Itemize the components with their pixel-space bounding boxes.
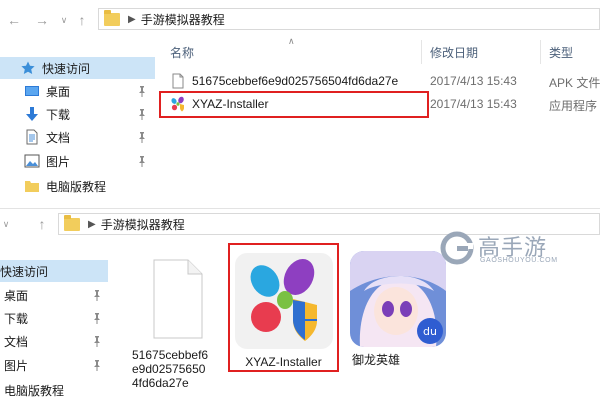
- star-icon: [20, 60, 36, 76]
- tile-caption: 51675cebbef6e9d025756504fd6da27e: [132, 348, 209, 390]
- highlight-box: [228, 243, 339, 372]
- recent-dropdown-icon[interactable]: ∨: [56, 12, 72, 28]
- explorer-window-details: ← → ∨ ↑ ▶ 手游模拟器教程 快速访问 桌面 下载 文档 图片 电脑版教程…: [0, 0, 600, 208]
- forward-arrow-icon[interactable]: →: [34, 12, 50, 28]
- sidebar-item-label: 桌面: [4, 288, 29, 303]
- highlight-box: [159, 91, 429, 118]
- sidebar-item-pc-tutorials[interactable]: 电脑版教程: [0, 379, 108, 400]
- desktop-icon: [24, 83, 40, 99]
- sidebar-item-downloads[interactable]: 下载: [0, 103, 155, 125]
- gaoshouyou-logo-icon: [440, 231, 474, 265]
- sidebar-item-pictures[interactable]: 图片: [0, 150, 155, 172]
- pin-icon[interactable]: [137, 155, 147, 167]
- watermark-logo: 高手游 GAOSHOUYOU.COM: [438, 229, 588, 269]
- tile-apk-file[interactable]: 51675cebbef6e9d025756504fd6da27e: [130, 254, 225, 390]
- watermark-subtitle: GAOSHOUYOU.COM: [480, 257, 558, 264]
- game-app-icon: du: [350, 251, 446, 347]
- column-divider[interactable]: [421, 40, 422, 64]
- file-date: 2017/4/13 15:43: [430, 74, 517, 88]
- sidebar-item-label: 下载: [4, 311, 29, 326]
- sidebar-item-label: 快速访问: [42, 61, 91, 76]
- pin-icon[interactable]: [92, 312, 102, 324]
- document-icon: [24, 129, 40, 145]
- file-type: APK 文件: [549, 76, 600, 90]
- sidebar-item-label: 快速访问: [0, 264, 49, 279]
- file-name: 51675cebbef6e9d025756504fd6da27e: [192, 74, 399, 88]
- file-type: 应用程序: [549, 99, 598, 113]
- column-header-date[interactable]: 修改日期: [430, 44, 478, 61]
- blank-file-icon: [148, 254, 208, 344]
- up-arrow-icon[interactable]: ↑: [74, 12, 90, 28]
- file-row-apk[interactable]: 51675cebbef6e9d025756504fd6da27e: [170, 70, 398, 92]
- sidebar-item-desktop[interactable]: 桌面: [0, 80, 155, 102]
- sidebar-item-label: 文档: [4, 334, 29, 349]
- blank-file-icon: [170, 73, 186, 89]
- sidebar-item-documents[interactable]: 文档: [0, 126, 155, 148]
- pin-icon[interactable]: [137, 85, 147, 97]
- file-date: 2017/4/13 15:43: [430, 97, 517, 111]
- column-header-type[interactable]: 类型: [549, 44, 573, 61]
- folder-icon: [64, 214, 80, 231]
- column-divider[interactable]: [540, 40, 541, 64]
- sidebar-item-pc-tutorials[interactable]: 电脑版教程: [0, 175, 155, 197]
- sidebar-item-desktop[interactable]: 桌面: [0, 284, 108, 306]
- breadcrumb-folder[interactable]: 手游模拟器教程: [141, 11, 225, 28]
- sidebar-item-downloads[interactable]: 下载: [0, 307, 108, 329]
- chevron-right-icon[interactable]: ▶: [88, 219, 96, 230]
- pin-icon[interactable]: [137, 108, 147, 120]
- sidebar-item-label: 图片: [4, 358, 29, 373]
- sidebar-item-label: 电脑版教程: [46, 179, 107, 194]
- sidebar-item-documents[interactable]: 文档: [0, 330, 108, 352]
- pin-icon[interactable]: [92, 335, 102, 347]
- download-icon: [24, 106, 40, 122]
- breadcrumb-folder[interactable]: 手游模拟器教程: [101, 216, 185, 233]
- folder-icon: [24, 178, 40, 194]
- sidebar-item-label: 文档: [46, 130, 71, 145]
- address-box[interactable]: ▶ 手游模拟器教程: [98, 8, 600, 30]
- recent-dropdown-icon[interactable]: ∨: [0, 216, 14, 232]
- chevron-right-icon[interactable]: ▶: [128, 14, 136, 25]
- pin-icon[interactable]: [92, 359, 102, 371]
- folder-icon: [104, 9, 120, 26]
- tile-caption: 御龙英雄: [352, 353, 401, 367]
- sidebar-item-quick-access[interactable]: 快速访问: [0, 260, 108, 282]
- back-arrow-icon[interactable]: ←: [6, 12, 22, 28]
- pin-icon[interactable]: [92, 289, 102, 301]
- column-header-name[interactable]: 名称: [170, 44, 194, 61]
- pin-icon[interactable]: [137, 131, 147, 143]
- sidebar-item-quick-access[interactable]: 快速访问: [0, 57, 155, 79]
- picture-icon: [24, 153, 40, 169]
- sidebar-item-label: 电脑版教程: [4, 383, 65, 398]
- sort-ascending-icon: ∧: [288, 36, 295, 46]
- sidebar-item-label: 下载: [46, 107, 71, 122]
- tile-game[interactable]: du 御龙英雄: [350, 249, 450, 367]
- up-arrow-icon[interactable]: ↑: [34, 216, 50, 232]
- sidebar-item-label: 桌面: [46, 84, 71, 99]
- address-bar-row: ← → ∨ ↑ ▶ 手游模拟器教程: [0, 0, 600, 40]
- sidebar-item-pictures[interactable]: 图片: [0, 354, 108, 376]
- sidebar-item-label: 图片: [46, 154, 71, 169]
- svg-text:du: du: [423, 325, 437, 338]
